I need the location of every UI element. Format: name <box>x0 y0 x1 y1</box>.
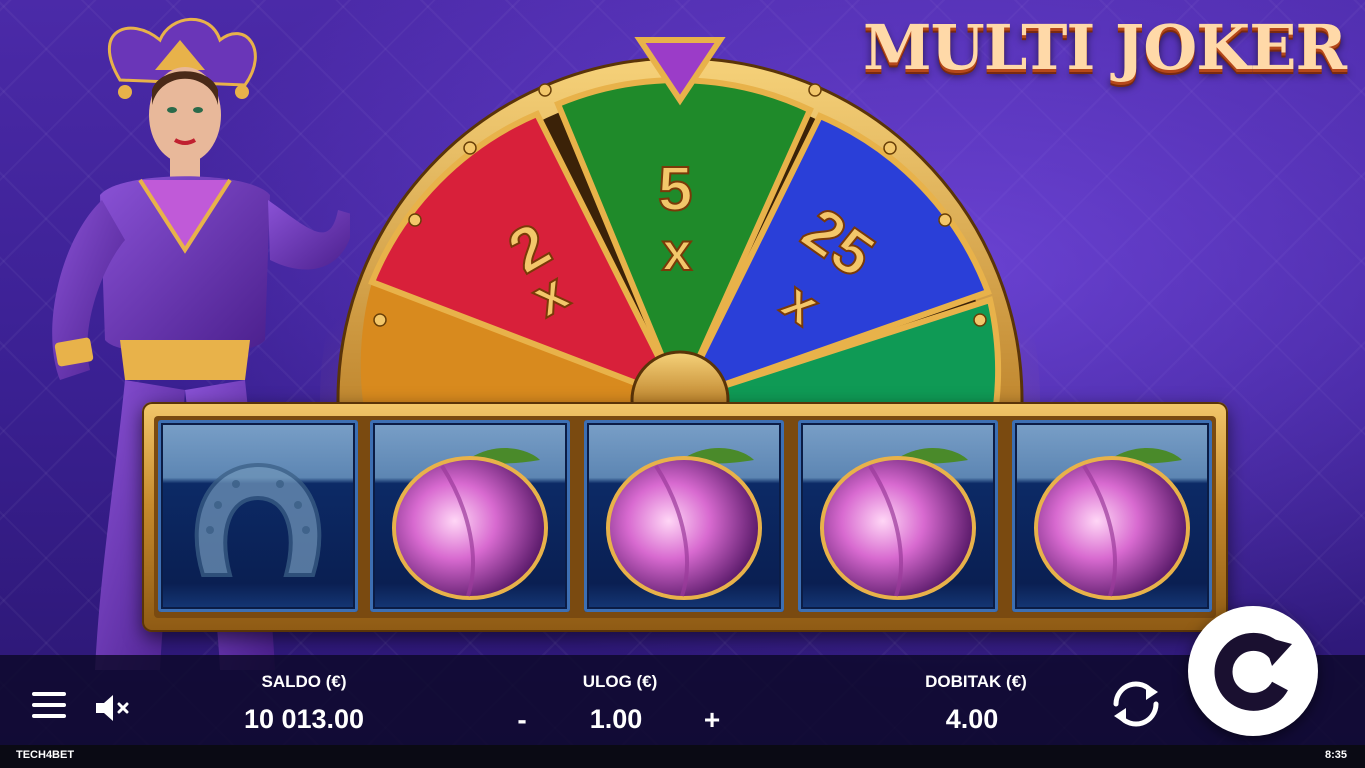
plum-icon <box>1034 448 1190 600</box>
reel-frame <box>142 402 1228 632</box>
autoplay-icon[interactable] <box>1106 674 1166 732</box>
bet-increase-button[interactable]: + <box>697 704 727 736</box>
plum-icon <box>392 448 548 600</box>
reel-cell-4 <box>798 420 998 612</box>
footer-strip <box>0 745 1365 768</box>
bet-label: ULOG (€) <box>582 672 658 691</box>
sound-muted-icon[interactable] <box>94 692 132 724</box>
reel-cell-2 <box>370 420 570 612</box>
clock-label: 8:35 <box>1324 749 1347 761</box>
reel-cell-1 <box>158 420 358 612</box>
wheel-label-5: 5 <box>658 155 692 224</box>
spin-icon <box>1214 632 1292 711</box>
brand-label: TECH4BET <box>16 749 75 761</box>
plum-icon <box>820 448 976 600</box>
balance-value: 10 013.00 <box>243 704 365 734</box>
spin-button[interactable] <box>1188 606 1318 736</box>
reel-area <box>154 416 1216 618</box>
reel-cell-3 <box>584 420 784 612</box>
balance-label: SALDO (€) <box>261 672 347 691</box>
wheel-label-5-x: x <box>662 222 692 282</box>
bet-value: 1.00 <box>589 704 643 734</box>
win-label: DOBITAK (€) <box>925 672 1027 691</box>
hamburger-menu-icon[interactable] <box>32 692 66 722</box>
bet-decrease-button[interactable]: - <box>507 704 537 736</box>
horseshoe-icon <box>194 462 322 577</box>
plum-icon <box>606 448 762 600</box>
game-title-logo: MULTI JOKER <box>863 11 1347 84</box>
reel-cell-5 <box>1012 420 1212 612</box>
win-value: 4.00 <box>945 704 999 734</box>
